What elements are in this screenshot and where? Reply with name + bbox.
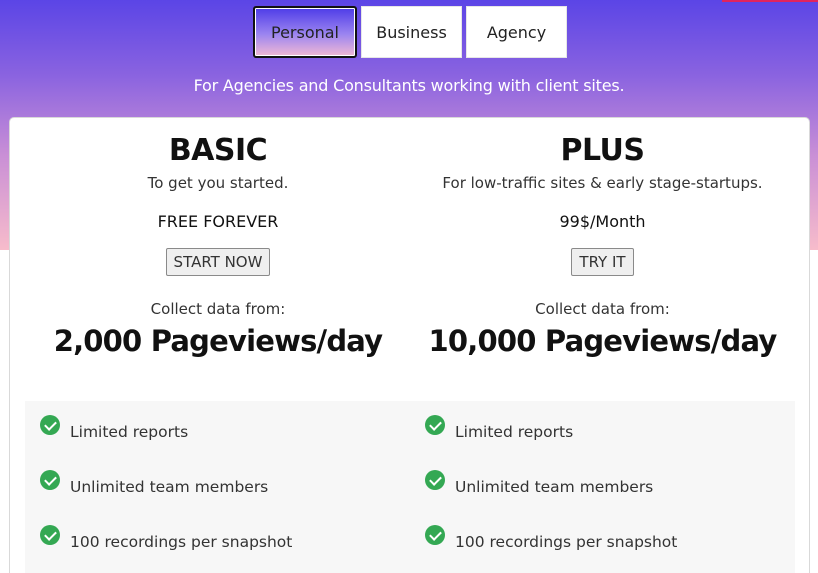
list-item: 100 recordings per snapshot	[40, 525, 292, 553]
plan-description: For low-traffic sites & early stage-star…	[442, 174, 763, 192]
list-item: Unlimited team members	[425, 470, 653, 498]
check-circle-icon	[425, 525, 445, 545]
pageview-limit: 10,000 Pageviews/day	[428, 324, 778, 358]
plan-basic: BASIC To get you started. FREE FOREVER S…	[18, 118, 418, 359]
plan-type-tabs: Personal Business Agency	[253, 6, 567, 58]
collect-label: Collect data from:	[535, 300, 670, 318]
check-circle-icon	[425, 415, 445, 435]
list-item: Unlimited team members	[40, 470, 268, 498]
top-accent-line	[722, 0, 818, 2]
check-circle-icon	[40, 525, 60, 545]
plan-price: 99$/Month	[559, 212, 646, 231]
plan-plus: PLUS For low-traffic sites & early stage…	[410, 118, 795, 359]
collect-label: Collect data from:	[150, 300, 286, 318]
list-item: 100 recordings per snapshot	[425, 525, 677, 553]
tab-business[interactable]: Business	[361, 6, 462, 58]
feature-label: Unlimited team members	[70, 478, 269, 496]
list-item: Limited reports	[40, 415, 188, 443]
plan-price: FREE FOREVER	[157, 212, 279, 231]
feature-label: Unlimited team members	[455, 478, 654, 496]
feature-label: Limited reports	[70, 423, 189, 441]
feature-label: 100 recordings per snapshot	[455, 533, 678, 551]
feature-list-panel: Limited reports Unlimited team members 1…	[25, 401, 795, 573]
tab-agency[interactable]: Agency	[466, 6, 567, 58]
start-now-button[interactable]: START NOW	[165, 248, 271, 276]
plan-name: BASIC	[168, 133, 268, 168]
tab-personal[interactable]: Personal	[253, 6, 357, 58]
plan-description: To get you started.	[147, 174, 289, 192]
list-item: Limited reports	[425, 415, 573, 443]
check-circle-icon	[425, 470, 445, 490]
tagline: For Agencies and Consultants working wit…	[193, 76, 625, 95]
feature-label: Limited reports	[455, 423, 574, 441]
check-circle-icon	[40, 470, 60, 490]
check-circle-icon	[40, 415, 60, 435]
pageview-limit: 2,000 Pageviews/day	[53, 324, 383, 358]
plan-name: PLUS	[560, 133, 645, 168]
try-it-button[interactable]: TRY IT	[571, 248, 634, 276]
feature-label: 100 recordings per snapshot	[70, 533, 293, 551]
pricing-card: BASIC To get you started. FREE FOREVER S…	[9, 117, 810, 573]
